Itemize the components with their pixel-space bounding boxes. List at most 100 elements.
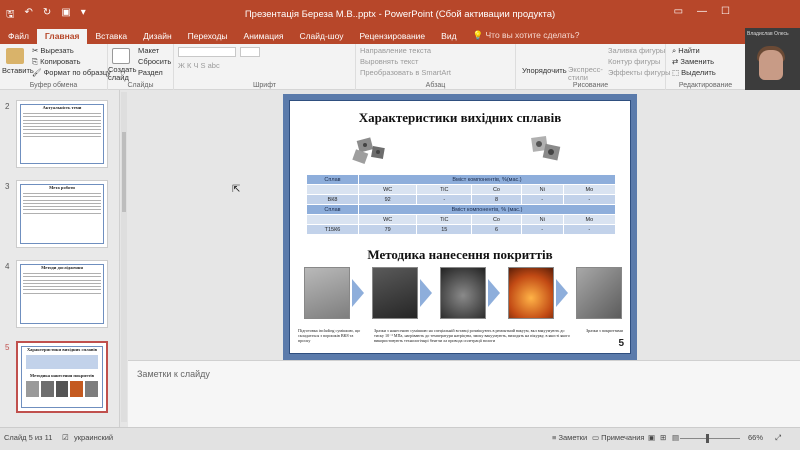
spellcheck-icon[interactable]: ☑ [62, 433, 69, 442]
notes-pane[interactable]: Заметки к слайду [128, 360, 800, 427]
clipboard-group: Вставить ✂ Вырезать ⎘ Копировать 🖌 Форма… [0, 44, 111, 90]
slide-heading-method[interactable]: Методика нанесення покриттів [290, 247, 630, 263]
tab-slideshow[interactable]: Слайд-шоу [291, 29, 351, 44]
format-painter-button[interactable]: 🖌 Формат по образцу [32, 68, 111, 77]
current-slide[interactable]: Характеристики вихідних сплавів Сплав Вм… [283, 94, 637, 360]
thumbnail-slide-3[interactable]: Мета роботи [16, 180, 108, 248]
table-header-cell: Сплав [306, 174, 359, 185]
new-slide-icon[interactable] [112, 48, 130, 64]
tab-view[interactable]: Вид [433, 29, 464, 44]
reset-button[interactable]: Сбросить [138, 57, 171, 66]
slide-counter: Слайд 5 из 11 [4, 433, 53, 442]
paragraph-group-label: Абзац [425, 82, 446, 89]
text-direction-button[interactable]: Направление текста [360, 46, 431, 55]
shape-fill-button[interactable]: Заливка фигуры [608, 46, 665, 55]
paste-button[interactable]: Вставить [2, 66, 34, 75]
notes-toggle-button[interactable]: ≡ Заметки [552, 433, 587, 442]
drawing-group: Упорядочить Экспресс-стили Заливка фигур… [516, 44, 671, 90]
thumb-title: Характеристики вихідних сплавів [26, 347, 98, 352]
tab-review[interactable]: Рецензирование [352, 29, 434, 44]
section-button[interactable]: Раздел [138, 68, 163, 77]
tab-transitions[interactable]: Переходы [180, 29, 236, 44]
align-text-button[interactable]: Выровнять текст [360, 57, 418, 66]
thumb-number: 2 [5, 102, 10, 111]
cut-button[interactable]: ✂ Вырезать [32, 46, 74, 55]
comments-toggle-button[interactable]: ▭ Примечания [592, 433, 644, 442]
maximize-icon[interactable]: ☐ [721, 6, 730, 17]
arrow-icon [488, 279, 500, 307]
ribbon-tabs: Файл Главная Вставка Дизайн Переходы Ани… [0, 28, 800, 44]
table-col-mo: Mo [562, 214, 617, 225]
find-button[interactable]: ⌕ Найти [672, 46, 700, 56]
font-size-field[interactable] [240, 47, 260, 57]
photo-powder-mixture [304, 267, 350, 319]
comment-icon: ▭ [592, 433, 602, 442]
layout-button[interactable]: Макет [138, 46, 159, 55]
brush-icon: 🖌 [32, 68, 44, 77]
caption-preparation: Підготовка including сумішшю, що складає… [298, 328, 361, 343]
select-icon: ⬚ [672, 68, 682, 77]
replace-button[interactable]: ⇄ Заменить [672, 57, 714, 66]
ribbon-options-icon[interactable]: ▭ [674, 6, 683, 17]
reading-view-icon[interactable]: ▤ [672, 433, 679, 442]
table-cell: Т15К6 [306, 224, 359, 235]
normal-view-icon[interactable]: ▣ [648, 433, 655, 442]
caption-process: Зразки з нанесеною сумішшю на спеціальні… [374, 328, 570, 343]
new-slide-button[interactable]: Создать слайд [108, 66, 137, 82]
zoom-slider[interactable] [680, 434, 740, 443]
tab-file[interactable]: Файл [0, 29, 37, 44]
zoom-level[interactable]: 66% [748, 433, 763, 442]
zoom-slider-knob[interactable] [706, 434, 709, 443]
slide-heading-alloys[interactable]: Характеристики вихідних сплавів [290, 110, 630, 126]
shape-effects-button[interactable]: Эффекты фигуры [608, 68, 671, 77]
select-button[interactable]: ⬚ Выделить [672, 68, 716, 77]
window-controls: ▭ — ☐ [674, 6, 730, 17]
tab-home[interactable]: Главная [36, 29, 88, 44]
table-col-wc: WC [357, 184, 418, 195]
thumb-text-lines [23, 193, 101, 216]
table-cell: 92 [357, 194, 418, 205]
editing-group-label: Редактирование [678, 82, 733, 89]
thumbnail-slide-2[interactable]: Актуальність теми [16, 100, 108, 168]
copy-button[interactable]: ⎘ Копировать [32, 57, 80, 67]
thumbnail-scrollbar[interactable] [121, 92, 127, 422]
arrange-button[interactable]: Упорядочить [522, 66, 567, 75]
editing-group: ⌕ Найти ⇄ Заменить ⬚ Выделить Редактиров… [666, 44, 745, 90]
table-cell: - [562, 224, 617, 235]
scrollbar-thumb[interactable] [122, 132, 126, 212]
thumb-text-lines [23, 113, 101, 139]
quick-styles-button[interactable]: Экспресс-стили [568, 66, 603, 82]
shape-outline-button[interactable]: Контур фигуры [608, 57, 660, 66]
tab-insert[interactable]: Вставка [87, 29, 135, 44]
fit-slide-icon[interactable]: ⤢ [775, 433, 781, 443]
photo-heated-furnace [508, 267, 554, 319]
tab-design[interactable]: Дизайн [135, 29, 180, 44]
sorter-view-icon[interactable]: ⊞ [660, 433, 666, 442]
language-indicator[interactable]: украинский [74, 433, 113, 442]
paste-icon[interactable] [6, 48, 24, 64]
minimize-icon[interactable]: — [697, 6, 707, 17]
font-name-field[interactable] [178, 47, 236, 57]
table-cell: 8 [471, 194, 522, 205]
table-col-ni: Ni [520, 184, 564, 195]
webcam-username: Владислав Олесь [747, 31, 789, 37]
bold-italic-underline-buttons[interactable]: Ж К Ч S abc [178, 61, 220, 70]
slide-content: Характеристики вихідних сплавів Сплав Вм… [289, 100, 631, 354]
table-col-mo: Mo [562, 184, 617, 195]
table-col-wc: WC [357, 214, 418, 225]
tell-me-input[interactable]: 💡 Что вы хотите сделать? [465, 28, 588, 44]
table-header-cell: Вміст компонентів, % (мас.) [358, 204, 616, 215]
table-header-cell: Сплав [306, 204, 359, 215]
notes-placeholder[interactable]: Заметки к слайду [137, 369, 210, 379]
alloy-cubes-image [352, 137, 385, 165]
thumb-title: Мета роботи [49, 185, 75, 190]
thumbnail-slide-4[interactable]: Методи дослідження [16, 260, 108, 328]
lightbulb-icon: 💡 [472, 30, 486, 40]
clipboard-group-label: Буфер обмена [29, 82, 78, 89]
smartart-button[interactable]: Преобразовать в SmartArt [360, 68, 451, 77]
table-cell: - [416, 194, 473, 205]
tab-animations[interactable]: Анимация [236, 29, 292, 44]
table-cell [306, 184, 359, 195]
thumbnail-slide-5[interactable]: Характеристики вихідних сплавів Методика… [16, 341, 108, 413]
slide-number: 5 [618, 338, 624, 349]
